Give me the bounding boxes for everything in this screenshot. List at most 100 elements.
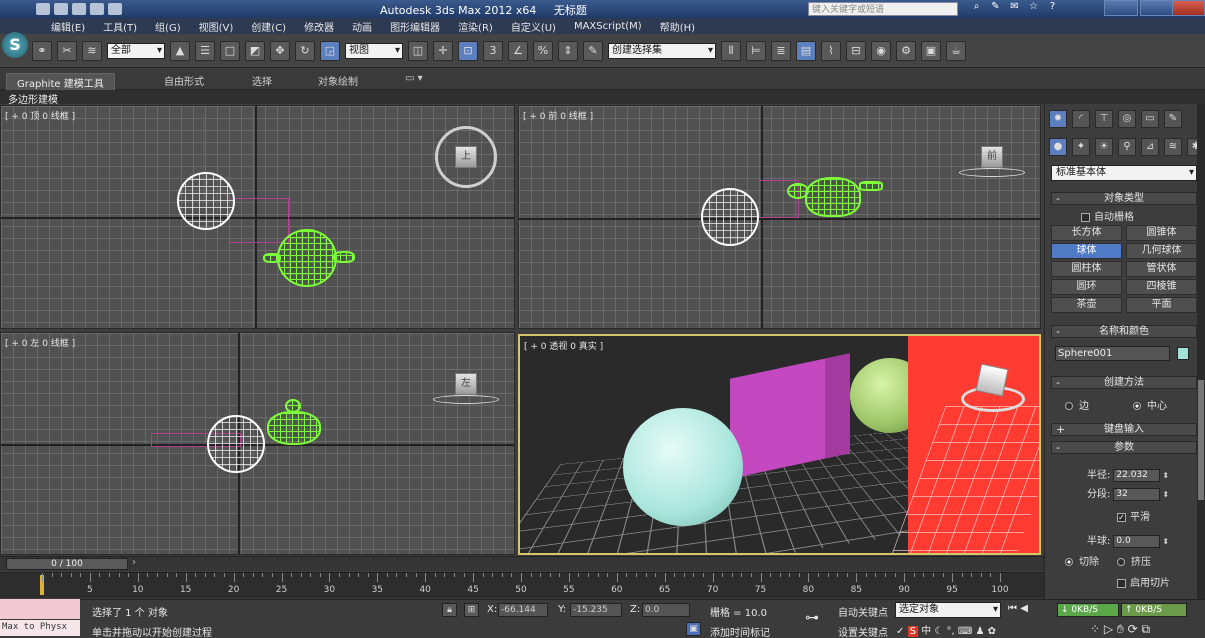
zoom-icon[interactable]: ⁘ (1090, 622, 1100, 636)
time-slider[interactable]: 0 / 100 › (0, 556, 1044, 571)
align-icon[interactable]: ⊨ (746, 40, 766, 61)
segments-spinner[interactable]: 32 (1113, 487, 1161, 501)
object-color-swatch[interactable] (1177, 347, 1189, 360)
viewport-left[interactable]: [ + 0 左 0 线框 ] 左 (0, 332, 515, 555)
command-panel-scrollbar[interactable] (1197, 104, 1205, 600)
tray-user-icon[interactable]: ♟ (975, 626, 984, 637)
viewport-left-label[interactable]: [ + 0 左 0 线框 ] (5, 336, 75, 349)
menu-modifiers[interactable]: 修改器 (295, 19, 343, 34)
track-bar[interactable]: 5 10 15 20 25 30 35 40 45 50 55 60 65 70 75 80 85 90 95 100 (0, 572, 1044, 598)
pan-icon[interactable]: ▷ (1104, 622, 1113, 636)
help-search-input[interactable]: 键入关键字或短语 (808, 2, 958, 16)
rollout-name-color[interactable]: - 名称和颜色 (1051, 325, 1197, 338)
minimize-button[interactable] (1104, 0, 1138, 16)
selection-filter-combo[interactable]: 全部 (107, 42, 165, 59)
create-tab-icon[interactable]: ✹ (1049, 110, 1067, 128)
time-slider-knob[interactable]: 0 / 100 (6, 558, 128, 570)
polygon-modeling-label[interactable]: 多边形建模 (8, 91, 58, 106)
next-frame-icon[interactable]: › (132, 557, 136, 568)
menu-group[interactable]: 组(G) (146, 19, 190, 34)
app-logo-icon[interactable]: S (2, 32, 28, 58)
layer-manager-icon[interactable]: ≣ (771, 40, 791, 61)
geosphere-button[interactable]: 几何球体 (1126, 243, 1197, 259)
material-editor-icon[interactable]: ◉ (871, 40, 891, 61)
key-filter-combo[interactable]: 选定对象 (895, 602, 1001, 618)
rollout-keyboard-entry[interactable]: + 键盘输入 (1051, 423, 1197, 436)
percent-snap-icon[interactable]: % (533, 40, 553, 61)
viewport-top-label[interactable]: [ + 0 顶 0 线框 ] (5, 109, 75, 122)
tray-punct-icon[interactable]: °, (946, 626, 954, 637)
torus-button[interactable]: 圆环 (1051, 279, 1122, 295)
method-edge-radio[interactable]: 边 (1065, 397, 1089, 412)
viewcube-left[interactable]: 左 (455, 373, 477, 395)
curve-editor-icon[interactable]: ⌇ (821, 40, 841, 61)
undo-icon[interactable] (90, 3, 104, 15)
sphere-button[interactable]: 球体 (1051, 243, 1122, 259)
scale-icon[interactable]: ◲ (320, 40, 340, 61)
named-selection-set-combo[interactable]: 创建选择集 (608, 42, 716, 59)
tray-check-icon[interactable]: ✓ (896, 626, 904, 637)
shapes-icon[interactable]: ✦ (1072, 138, 1090, 156)
smooth-checkbox[interactable]: ✓ 平滑 (1117, 508, 1150, 523)
menu-edit[interactable]: 编辑(E) (42, 19, 94, 34)
time-tag-icon[interactable]: ▣ (686, 622, 701, 636)
help-icon[interactable]: ? (1046, 1, 1059, 15)
reference-coord-combo[interactable]: 视图 (345, 42, 403, 59)
tray-skin-icon[interactable]: ✿ (988, 626, 996, 637)
mirror-icon[interactable]: ⫴ (721, 40, 741, 61)
box-button[interactable]: 长方体 (1051, 225, 1122, 241)
x-coord-field[interactable]: -66.144 (498, 603, 548, 617)
render-setup-icon[interactable]: ⚙ (896, 40, 916, 61)
edit-named-selection-icon[interactable]: ✎ (583, 40, 603, 61)
tray-keyboard-icon[interactable]: ⌨ (958, 626, 972, 637)
plane-button[interactable]: 平面 (1126, 297, 1197, 313)
orbit-icon[interactable]: ⟳ (1128, 622, 1138, 636)
spinner-snap-icon[interactable]: ⇕ (558, 40, 578, 61)
rollout-creation-method[interactable]: - 创建方法 (1051, 376, 1197, 389)
cone-button[interactable]: 圆锥体 (1126, 225, 1197, 241)
menu-views[interactable]: 视图(V) (190, 19, 243, 34)
viewport-front-label[interactable]: [ + 0 前 0 线框 ] (523, 109, 593, 122)
binoculars-icon[interactable]: ⌕ (970, 1, 983, 15)
pivot-center-icon[interactable]: ◫ (408, 40, 428, 61)
cameras-icon[interactable]: ⚲ (1118, 138, 1136, 156)
viewport-front[interactable]: [ + 0 前 0 线框 ] 前 (518, 105, 1041, 329)
modify-tab-icon[interactable]: ◜ (1072, 110, 1090, 128)
utilities-tab-icon[interactable]: ✎ (1164, 110, 1182, 128)
command-panel-scroll-thumb[interactable] (1198, 380, 1204, 500)
spacewarps-icon[interactable]: ≋ (1164, 138, 1182, 156)
select-object-icon[interactable]: ▲ (170, 40, 190, 61)
z-coord-field[interactable]: 0.0 (642, 603, 690, 617)
hemisphere-spinner-arrows[interactable]: ⬍ (1162, 537, 1170, 546)
teapot-button[interactable]: 茶壶 (1051, 297, 1122, 313)
close-button[interactable] (1172, 0, 1205, 16)
rollout-parameters[interactable]: - 参数 (1051, 441, 1197, 454)
favorites-icon[interactable]: ☆ (1027, 1, 1040, 15)
y-coord-field[interactable]: -15.235 (570, 603, 622, 617)
window-crossing-icon[interactable]: ◩ (245, 40, 265, 61)
maxscript-listener[interactable] (0, 599, 80, 619)
motion-tab-icon[interactable]: ◎ (1118, 110, 1136, 128)
autogrid-checkbox[interactable]: 自动栅格 (1081, 208, 1134, 223)
open-file-icon[interactable] (54, 3, 68, 15)
chop-radio[interactable]: 切除 (1065, 553, 1099, 568)
tray-moon-icon[interactable]: ☾ (934, 626, 943, 637)
redo-icon[interactable] (108, 3, 122, 15)
menu-tools[interactable]: 工具(T) (94, 19, 146, 34)
menu-help[interactable]: 帮助(H) (651, 19, 704, 34)
hand-pan-icon[interactable]: ✋︎ (1117, 622, 1124, 636)
geometry-category-combo[interactable]: 标准基本体 (1051, 165, 1197, 181)
tab-freeform[interactable]: 自由形式 (164, 73, 204, 88)
object-name-field[interactable]: Sphere001 (1055, 346, 1170, 361)
helpers-icon[interactable]: ⊿ (1141, 138, 1159, 156)
display-tab-icon[interactable]: ▭ (1141, 110, 1159, 128)
bind-spacewarp-icon[interactable]: ≋ (82, 40, 102, 61)
select-by-name-icon[interactable]: ☰ (195, 40, 215, 61)
move-icon[interactable]: ✥ (270, 40, 290, 61)
prev-frame-icon[interactable]: ◀ (1020, 603, 1028, 614)
squash-radio[interactable]: 挤压 (1117, 553, 1151, 568)
tray-ime-icon[interactable]: S (907, 626, 918, 637)
subscription-icon[interactable]: ✉ (1008, 1, 1021, 15)
menu-rendering[interactable]: 渲染(R) (449, 19, 502, 34)
viewcube-front[interactable]: 前 (981, 146, 1003, 168)
